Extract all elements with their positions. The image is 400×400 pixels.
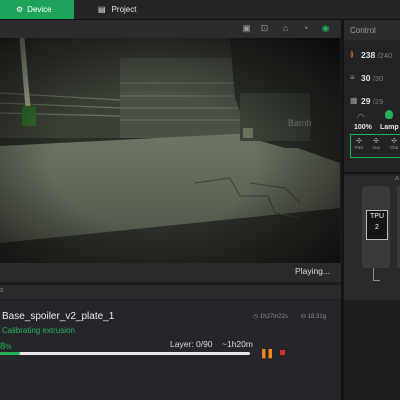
recording-icon[interactable]: ⊡ <box>259 23 270 34</box>
project-icon: ▤ <box>98 5 106 14</box>
tab-project[interactable]: ▤ Project <box>98 0 136 19</box>
job-time-value: 1h27m22s <box>259 314 288 320</box>
timelapse-icon[interactable]: ◔ <box>300 23 311 34</box>
nozzle-temp-value: 238 <box>361 50 376 60</box>
progress-percent: 8% <box>0 341 12 352</box>
ams-slot-material[interactable]: TPU 2 <box>366 210 388 240</box>
header-marker: s <box>0 287 4 294</box>
progress-bar-fill <box>0 352 20 355</box>
ams-material-name: TPU <box>370 213 384 220</box>
pause-button[interactable]: ❚❚ <box>260 348 274 359</box>
chamber-temperature[interactable]: 29 /29 <box>361 96 383 106</box>
job-stage: Calibrating extrusion <box>2 326 75 335</box>
fan-icon: ✣ <box>373 138 379 145</box>
chamber-temp-value: 29 <box>361 96 371 106</box>
time-remaining: ~1h20m <box>222 339 253 349</box>
tab-device-label: Device <box>27 5 52 14</box>
fan-icon: ✣ <box>391 138 397 145</box>
fan-icon: ✣ <box>356 138 362 145</box>
fan-part[interactable]: ✣ Part <box>351 137 367 150</box>
fan-chamber[interactable]: ✣ Cha <box>386 137 400 150</box>
ams-material-index: 2 <box>375 224 379 231</box>
tab-project-label: Project <box>111 5 137 14</box>
progress-bar-track <box>0 352 250 355</box>
nozzle-temp-target: /240 <box>377 51 393 60</box>
playback-status: Playing... <box>295 266 330 276</box>
bed-temp-value: 30 <box>361 73 371 83</box>
job-weight-value: 18.31g <box>307 314 327 320</box>
camera-frame-image: Bamb <box>0 38 340 263</box>
control-bottom-area <box>344 300 400 400</box>
bed-temperature[interactable]: 30 /30 <box>361 73 383 83</box>
control-title: Control <box>350 26 376 35</box>
progress-unit: % <box>5 344 12 351</box>
live-status-icon[interactable]: ◉ <box>320 23 331 34</box>
layer-counter: Layer: 0/90 <box>170 339 213 349</box>
home-icon[interactable]: ⌂ <box>280 23 291 34</box>
speed-value[interactable]: 100% <box>354 124 372 131</box>
speed-icon: ◠ <box>357 112 365 122</box>
fan-part-label: Part <box>354 145 364 150</box>
bed-temp-icon: ≡ <box>350 73 355 82</box>
fan-chamber-label: Cha <box>389 145 399 150</box>
stop-button[interactable] <box>280 350 285 355</box>
fan-aux[interactable]: ✣ Aux <box>368 137 384 150</box>
lamp-label[interactable]: Lamp <box>380 124 399 131</box>
fan-aux-label: Aux <box>372 145 380 150</box>
ams-separator <box>344 172 400 174</box>
camera-live-view[interactable]: Bamb <box>0 38 340 263</box>
print-status-header: s <box>0 285 341 299</box>
nozzle-temperature[interactable]: 238 /240 <box>361 50 392 60</box>
chamber-temp-icon: ▦ <box>350 96 358 105</box>
bed-temp-target: /30 <box>372 74 384 83</box>
device-icon: ⚙ <box>16 5 24 14</box>
tab-device[interactable]: ⚙ Device <box>0 0 74 19</box>
filament-path-line <box>373 268 380 281</box>
camera-settings-icon[interactable]: ▣ <box>241 23 252 34</box>
camera-footer <box>0 263 341 282</box>
lamp-icon[interactable] <box>385 110 393 119</box>
job-time-estimate: ◷ 1h27m22s <box>253 314 288 320</box>
job-name: Base_spoiler_v2_plate_1 <box>2 311 115 322</box>
ams-unit-label: A <box>395 176 400 182</box>
job-weight: ⛁ 18.31g <box>301 314 327 320</box>
chamber-temp-target: /29 <box>372 97 384 106</box>
nozzle-temp-icon: ≬ <box>350 50 354 59</box>
